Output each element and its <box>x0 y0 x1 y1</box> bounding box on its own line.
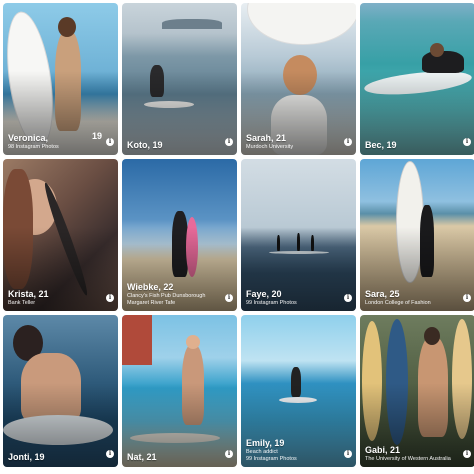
profile-card[interactable]: Bec, 19 i <box>360 3 474 155</box>
profile-name: Sara, 25 <box>365 289 400 299</box>
profile-name: Sarah, 21 <box>246 133 287 143</box>
profile-grid: Veronica, 98 Instagram Photos 19 i Koto,… <box>0 0 474 474</box>
profile-name: Bec, 19 <box>365 140 397 150</box>
profile-age: 19 <box>91 131 102 141</box>
info-icon[interactable]: i <box>344 294 352 302</box>
info-icon[interactable]: i <box>225 138 233 146</box>
profile-name: Krista, 21 <box>8 289 49 299</box>
info-icon[interactable]: i <box>106 450 114 458</box>
profile-card[interactable]: Veronica, 98 Instagram Photos 19 i <box>3 3 118 155</box>
info-icon[interactable]: i <box>106 138 114 146</box>
profile-card[interactable]: Gabi, 21 The University of Western Austr… <box>360 315 474 467</box>
profile-card[interactable]: Sara, 25 London College of Fashion i <box>360 159 474 311</box>
info-icon[interactable]: i <box>463 450 471 458</box>
info-icon[interactable]: i <box>463 294 471 302</box>
profile-card[interactable]: Krista, 21 Bank Teller i <box>3 159 118 311</box>
info-icon[interactable]: i <box>225 450 233 458</box>
profile-card[interactable]: Nat, 21 i <box>122 315 237 467</box>
profile-card[interactable]: Sarah, 21 Murdoch University i <box>241 3 356 155</box>
profile-subtitle: The University of Western Australia <box>365 456 451 462</box>
profile-name: Gabi, 21 <box>365 445 401 455</box>
profile-subtitle: 99 Instagram Photos <box>246 300 297 306</box>
profile-name: Nat, 21 <box>127 452 157 462</box>
profile-name: Wiebke, 22 <box>127 282 174 292</box>
profile-subtitle: Bank Teller <box>8 300 36 306</box>
info-icon[interactable]: i <box>106 294 114 302</box>
info-icon[interactable]: i <box>463 138 471 146</box>
profile-card[interactable]: Jonti, 19 i <box>3 315 118 467</box>
profile-name: Emily, 19 <box>246 438 285 448</box>
profile-name: Veronica, <box>8 133 49 143</box>
profile-card[interactable]: Wiebke, 22 Clancy's Fish Pub Dunsborough… <box>122 159 237 311</box>
profile-card[interactable]: Koto, 19 i <box>122 3 237 155</box>
info-icon[interactable]: i <box>344 138 352 146</box>
profile-card[interactable]: Emily, 19 Beach addict 99 Instagram Phot… <box>241 315 356 467</box>
profile-subtitle: Murdoch University <box>246 144 294 150</box>
profile-card[interactable]: Faye, 20 99 Instagram Photos i <box>241 159 356 311</box>
profile-name: Koto, 19 <box>127 140 163 150</box>
profile-subtitle: London College of Fashion <box>365 300 431 306</box>
profile-name: Jonti, 19 <box>8 452 45 462</box>
info-icon[interactable]: i <box>344 450 352 458</box>
profile-subtitle: Beach addict 99 Instagram Photos <box>246 449 297 462</box>
info-icon[interactable]: i <box>225 294 233 302</box>
profile-subtitle: Clancy's Fish Pub Dunsborough Margaret R… <box>127 293 206 306</box>
profile-subtitle: 98 Instagram Photos <box>8 144 59 150</box>
profile-name: Faye, 20 <box>246 289 282 299</box>
